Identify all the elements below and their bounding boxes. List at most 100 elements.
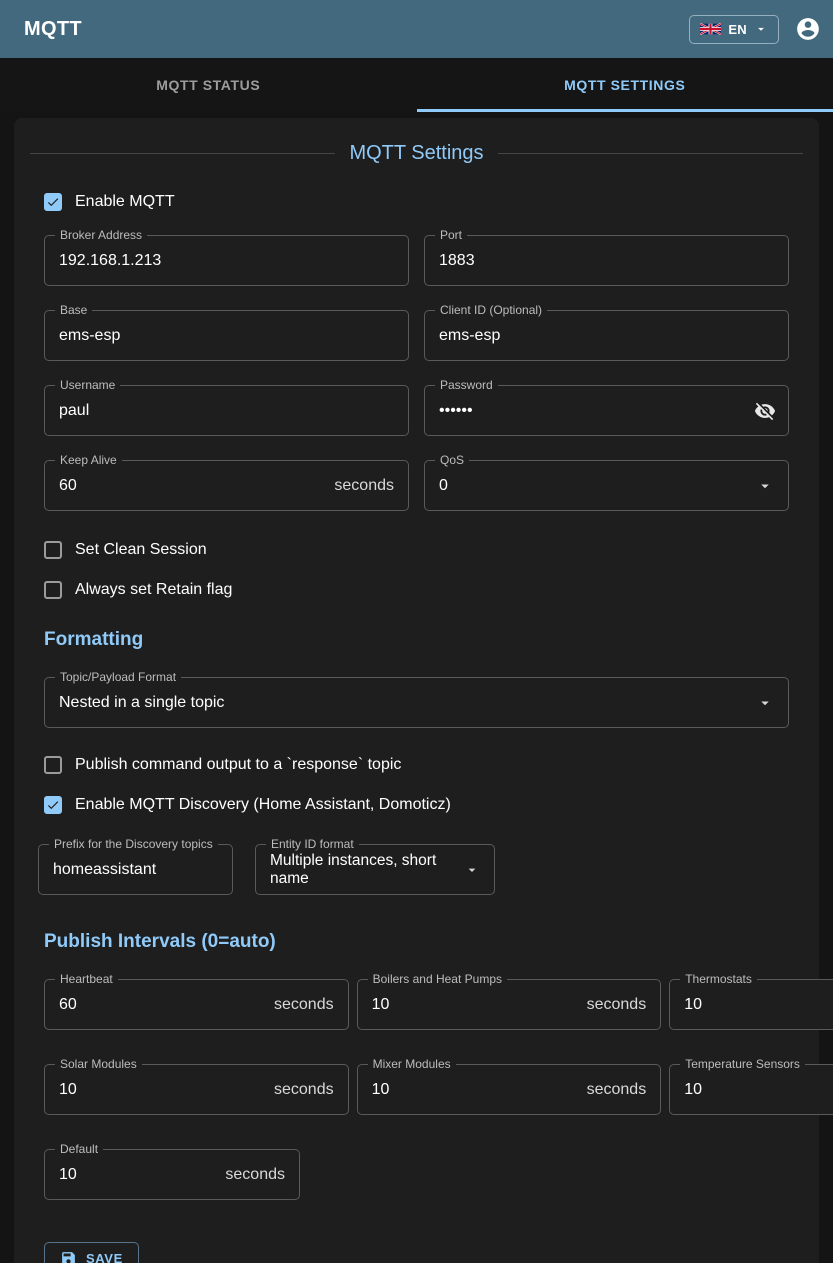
client-id-field[interactable]: Client ID (Optional) bbox=[424, 310, 789, 361]
field-label: Keep Alive bbox=[55, 453, 122, 467]
settings-card: MQTT Settings Enable MQTT Broker Address… bbox=[14, 118, 819, 1263]
tab-mqtt-status[interactable]: MQTT STATUS bbox=[0, 58, 417, 112]
port-input[interactable] bbox=[439, 252, 774, 270]
toggle-password-visibility-button[interactable] bbox=[750, 396, 780, 426]
save-button-label: SAVE bbox=[86, 1251, 123, 1263]
checkbox-label: Always set Retain flag bbox=[75, 581, 232, 599]
password-field[interactable]: Password bbox=[424, 385, 789, 436]
interval-temperature-field[interactable]: Temperature Sensors seconds bbox=[669, 1064, 833, 1115]
interval-input[interactable] bbox=[59, 1081, 266, 1099]
checkbox-checked-icon[interactable] bbox=[44, 796, 62, 814]
field-label: Temperature Sensors bbox=[680, 1057, 805, 1071]
field-label: Username bbox=[55, 378, 120, 392]
chevron-down-icon[interactable] bbox=[464, 862, 480, 878]
enable-mqtt-checkbox[interactable]: Enable MQTT bbox=[44, 193, 789, 211]
checkbox-label: Set Clean Session bbox=[75, 541, 207, 559]
tab-label: MQTT SETTINGS bbox=[564, 77, 685, 93]
checkbox-checked-icon[interactable] bbox=[44, 193, 62, 211]
tab-label: MQTT STATUS bbox=[156, 77, 260, 93]
section-heading-publish-intervals: Publish Intervals (0=auto) bbox=[44, 931, 789, 953]
language-label: EN bbox=[728, 22, 747, 37]
port-field[interactable]: Port bbox=[424, 235, 789, 286]
interval-input[interactable] bbox=[684, 1081, 833, 1099]
tab-bar: MQTT STATUS MQTT SETTINGS bbox=[0, 58, 833, 112]
interval-input[interactable] bbox=[684, 996, 833, 1014]
base-field[interactable]: Base bbox=[44, 310, 409, 361]
active-tab-indicator bbox=[417, 109, 833, 112]
entity-id-format-select[interactable]: Entity ID format Multiple instances, sho… bbox=[255, 844, 495, 895]
checkbox-unchecked-icon[interactable] bbox=[44, 756, 62, 774]
field-label: Broker Address bbox=[55, 228, 147, 242]
chevron-down-icon bbox=[754, 22, 768, 36]
checkbox-label: Enable MQTT Discovery (Home Assistant, D… bbox=[75, 796, 451, 814]
unit-suffix: seconds bbox=[274, 996, 334, 1014]
save-button[interactable]: SAVE bbox=[44, 1242, 139, 1263]
broker-address-input[interactable] bbox=[59, 252, 394, 270]
qos-selected-value: 0 bbox=[439, 477, 748, 495]
page-title: MQTT bbox=[24, 18, 689, 41]
field-label: Base bbox=[55, 303, 92, 317]
qos-select[interactable]: QoS 0 bbox=[424, 460, 789, 511]
interval-input[interactable] bbox=[59, 1166, 217, 1184]
checkbox-label: Publish command output to a `response` t… bbox=[75, 756, 401, 774]
interval-solar-field[interactable]: Solar Modules seconds bbox=[44, 1064, 349, 1115]
mqtt-discovery-checkbox[interactable]: Enable MQTT Discovery (Home Assistant, D… bbox=[44, 796, 789, 814]
checkbox-unchecked-icon[interactable] bbox=[44, 541, 62, 559]
entity-format-selected-value: Multiple instances, short name bbox=[270, 852, 456, 888]
field-label: Topic/Payload Format bbox=[55, 670, 181, 684]
chevron-down-icon[interactable] bbox=[756, 694, 774, 712]
field-label: Boilers and Heat Pumps bbox=[368, 972, 507, 986]
eye-off-icon bbox=[754, 400, 776, 422]
unit-suffix: seconds bbox=[334, 477, 394, 495]
field-label: Entity ID format bbox=[266, 837, 359, 851]
interval-heartbeat-field[interactable]: Heartbeat seconds bbox=[44, 979, 349, 1030]
unit-suffix: seconds bbox=[225, 1166, 285, 1184]
field-label: Password bbox=[435, 378, 498, 392]
app-bar: MQTT EN bbox=[0, 0, 833, 58]
topic-format-selected-value: Nested in a single topic bbox=[59, 694, 748, 712]
checkbox-label: Enable MQTT bbox=[75, 193, 175, 211]
unit-suffix: seconds bbox=[274, 1081, 334, 1099]
interval-mixer-field[interactable]: Mixer Modules seconds bbox=[357, 1064, 662, 1115]
account-icon[interactable] bbox=[795, 16, 821, 42]
interval-input[interactable] bbox=[372, 996, 579, 1014]
broker-address-field[interactable]: Broker Address bbox=[44, 235, 409, 286]
username-input[interactable] bbox=[59, 402, 394, 420]
retain-flag-checkbox[interactable]: Always set Retain flag bbox=[44, 581, 789, 599]
unit-suffix: seconds bbox=[587, 1081, 647, 1099]
field-label: Solar Modules bbox=[55, 1057, 142, 1071]
discovery-prefix-input[interactable] bbox=[53, 861, 218, 879]
unit-suffix: seconds bbox=[587, 996, 647, 1014]
interval-input[interactable] bbox=[372, 1081, 579, 1099]
password-input[interactable] bbox=[439, 402, 750, 420]
keep-alive-field[interactable]: Keep Alive seconds bbox=[44, 460, 409, 511]
divider bbox=[30, 153, 335, 154]
field-label: Prefix for the Discovery topics bbox=[49, 837, 218, 851]
language-selector[interactable]: EN bbox=[689, 15, 779, 44]
checkbox-unchecked-icon[interactable] bbox=[44, 581, 62, 599]
interval-default-field[interactable]: Default seconds bbox=[44, 1149, 300, 1200]
client-id-input[interactable] bbox=[439, 327, 774, 345]
keep-alive-input[interactable] bbox=[59, 477, 326, 495]
field-label: Thermostats bbox=[680, 972, 757, 986]
section-title: MQTT Settings bbox=[349, 142, 483, 165]
divider bbox=[498, 153, 803, 154]
discovery-prefix-field[interactable]: Prefix for the Discovery topics bbox=[38, 844, 233, 895]
clean-session-checkbox[interactable]: Set Clean Session bbox=[44, 541, 789, 559]
section-heading-formatting: Formatting bbox=[44, 629, 789, 651]
interval-boilers-field[interactable]: Boilers and Heat Pumps seconds bbox=[357, 979, 662, 1030]
username-field[interactable]: Username bbox=[44, 385, 409, 436]
field-label: Default bbox=[55, 1142, 103, 1156]
chevron-down-icon[interactable] bbox=[756, 477, 774, 495]
interval-input[interactable] bbox=[59, 996, 266, 1014]
publish-response-checkbox[interactable]: Publish command output to a `response` t… bbox=[44, 756, 789, 774]
interval-thermostats-field[interactable]: Thermostats seconds bbox=[669, 979, 833, 1030]
section-heading-mqtt-settings: MQTT Settings bbox=[30, 142, 803, 165]
base-input[interactable] bbox=[59, 327, 394, 345]
field-label: Port bbox=[435, 228, 467, 242]
tab-mqtt-settings[interactable]: MQTT SETTINGS bbox=[417, 58, 833, 112]
field-label: Client ID (Optional) bbox=[435, 303, 547, 317]
field-label: Mixer Modules bbox=[368, 1057, 456, 1071]
uk-flag-icon bbox=[700, 23, 721, 35]
topic-payload-format-select[interactable]: Topic/Payload Format Nested in a single … bbox=[44, 677, 789, 728]
